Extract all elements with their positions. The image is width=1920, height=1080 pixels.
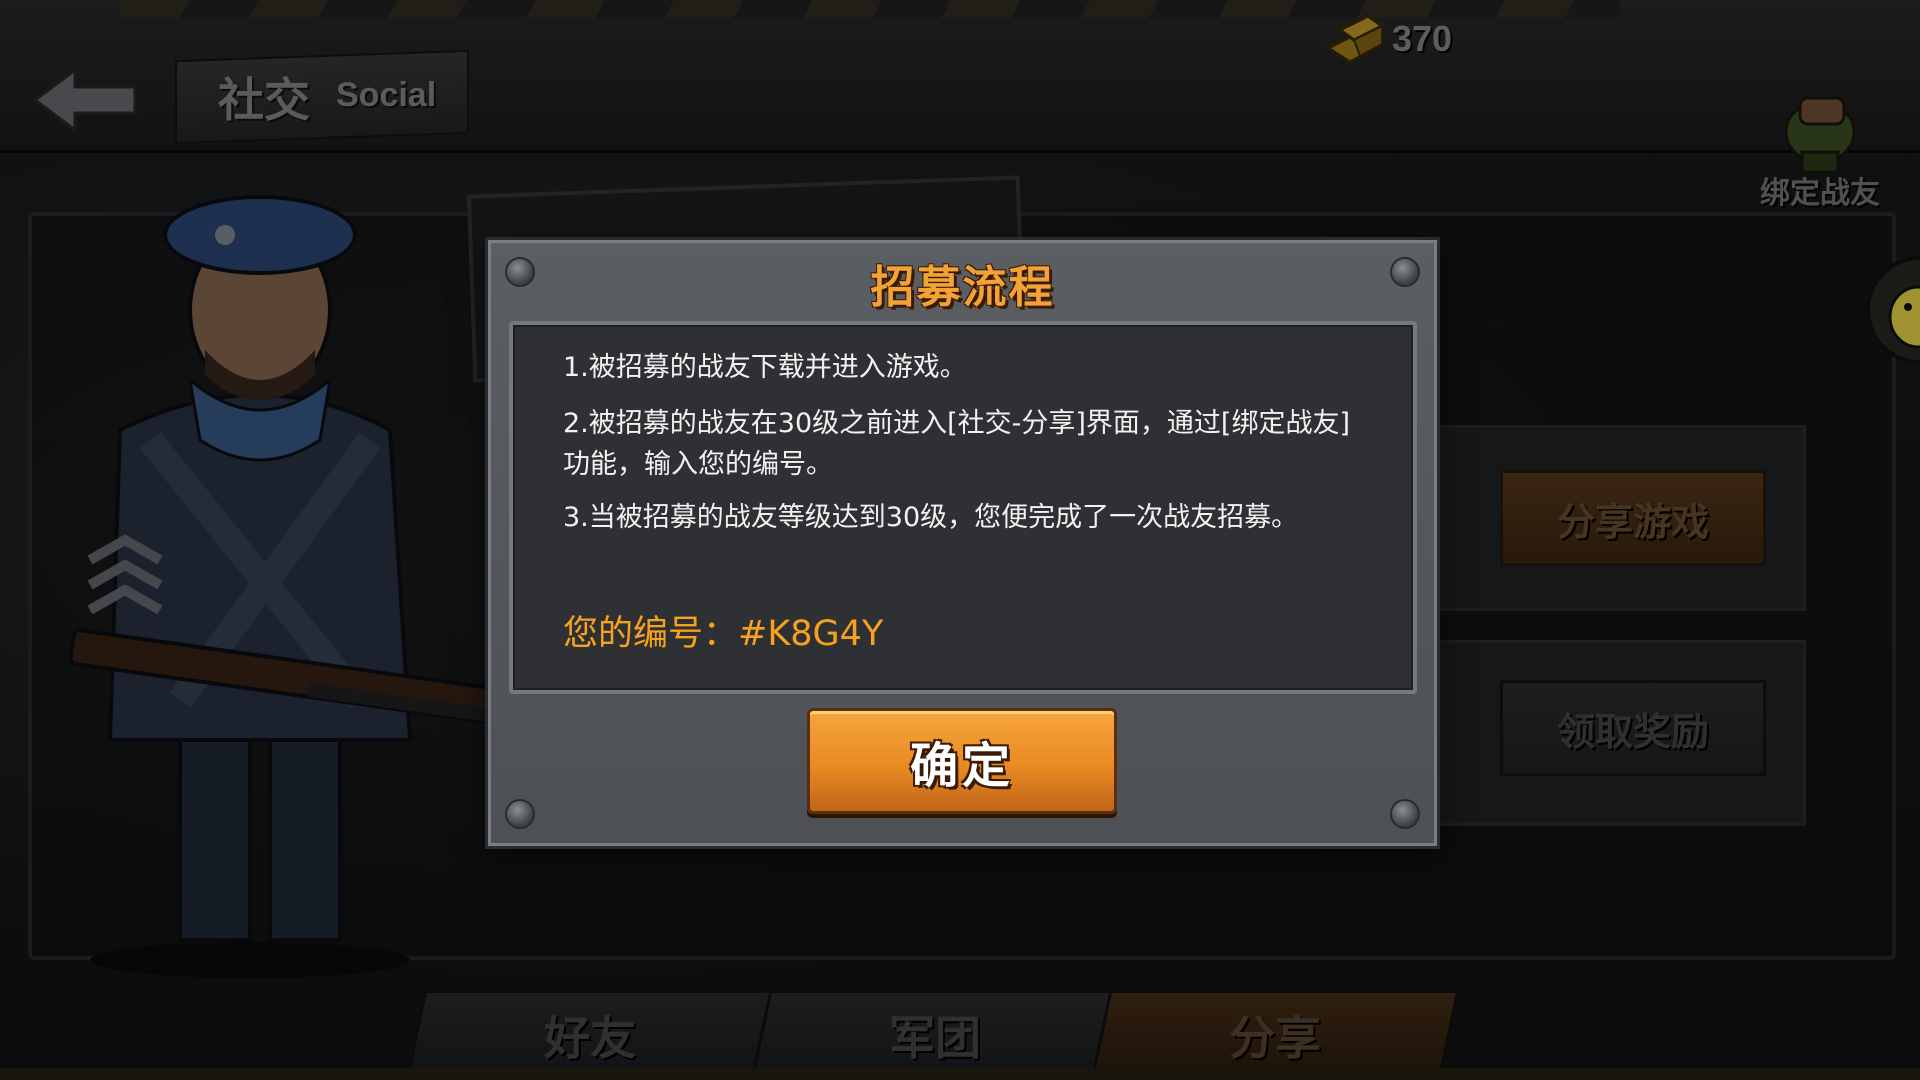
recruit-code: 您的编号：#K8G4Y	[563, 605, 883, 656]
confirm-button[interactable]: 确定	[807, 708, 1117, 814]
dialog-body: 1.被招募的战友下载并进入游戏。 2.被招募的战友在30级之前进入[社交-分享]…	[509, 321, 1417, 694]
recruit-code-label: 您的编号：	[563, 614, 739, 654]
recruit-process-dialog: 招募流程 1.被招募的战友下载并进入游戏。 2.被招募的战友在30级之前进入[社…	[488, 240, 1437, 846]
rivet-icon	[1390, 799, 1420, 829]
dialog-title: 招募流程	[870, 262, 1055, 313]
step-1: 1.被招募的战友下载并进入游戏。	[563, 352, 967, 383]
rivet-icon	[505, 799, 535, 829]
recruit-code-value: #K8G4Y	[738, 614, 884, 654]
step-3: 3.当被招募的战友等级达到30级，您便完成了一次战友招募。	[563, 502, 1299, 533]
game-screen: 社交 Social 370 绑定战友 分享游戏 领取奖励 好友 军团 分享 招募…	[0, 0, 1920, 1080]
step-2: 2.被招募的战友在30级之前进入[社交-分享]界面，通过[绑定战友]功能，输入您…	[563, 408, 1350, 480]
